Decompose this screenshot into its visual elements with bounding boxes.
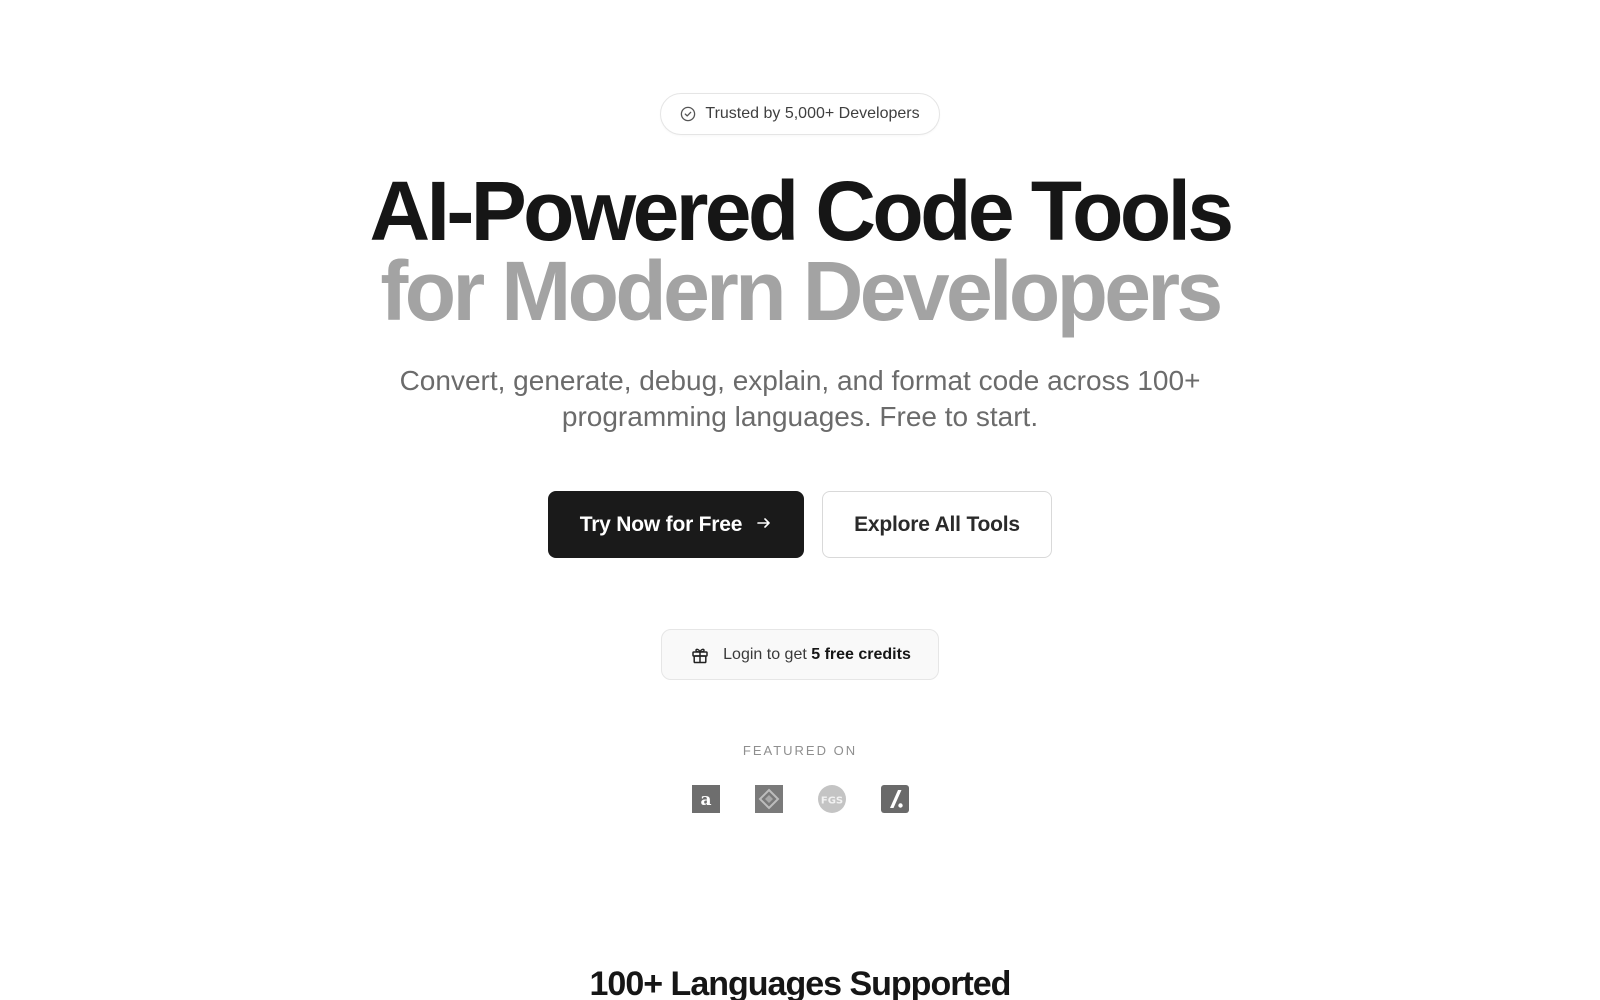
featured-logos: a FGS xyxy=(691,785,909,813)
cta-row: Try Now for Free Explore All Tools xyxy=(548,491,1052,558)
check-circle-icon xyxy=(680,106,696,122)
credits-prefix: Login to get xyxy=(723,645,807,663)
explore-tools-button[interactable]: Explore All Tools xyxy=(822,491,1052,558)
featured-logo-diamond-icon[interactable] xyxy=(754,785,783,813)
languages-section-title: 100+ Languages Supported xyxy=(589,965,1012,1000)
hero-section: Trusted by 5,000+ Developers AI-Powered … xyxy=(0,0,1600,813)
trust-badge-text: Trusted by 5,000+ Developers xyxy=(705,105,920,122)
explore-tools-label: Explore All Tools xyxy=(854,512,1020,536)
hero-subtitle: Convert, generate, debug, explain, and f… xyxy=(399,365,1201,432)
featured-logo-slash-icon[interactable] xyxy=(880,785,909,813)
featured-logo-a-icon[interactable]: a xyxy=(691,785,720,813)
landing-page: Trusted by 5,000+ Developers AI-Powered … xyxy=(0,0,1600,1000)
credits-highlight: 5 free credits xyxy=(811,645,911,663)
arrow-right-icon xyxy=(756,514,772,535)
svg-text:FGS: FGS xyxy=(820,796,842,807)
gift-icon xyxy=(690,645,710,665)
credits-text: Login to get 5 free credits xyxy=(723,646,911,664)
page-headline: AI-Powered Code Tools for Modern Develop… xyxy=(369,164,1235,338)
try-now-button[interactable]: Try Now for Free xyxy=(548,491,804,558)
try-now-label: Try Now for Free xyxy=(579,512,743,536)
featured-on-label: FEATURED ON xyxy=(742,743,858,758)
featured-logo-fgs-icon[interactable]: FGS xyxy=(817,785,846,813)
headline-line-muted: for Modern Developers xyxy=(380,244,1223,338)
trust-badge: Trusted by 5,000+ Developers xyxy=(660,93,940,135)
headline-line-primary: AI-Powered Code Tools xyxy=(369,164,1235,258)
free-credits-banner[interactable]: Login to get 5 free credits xyxy=(661,629,939,680)
svg-text:a: a xyxy=(700,790,711,810)
